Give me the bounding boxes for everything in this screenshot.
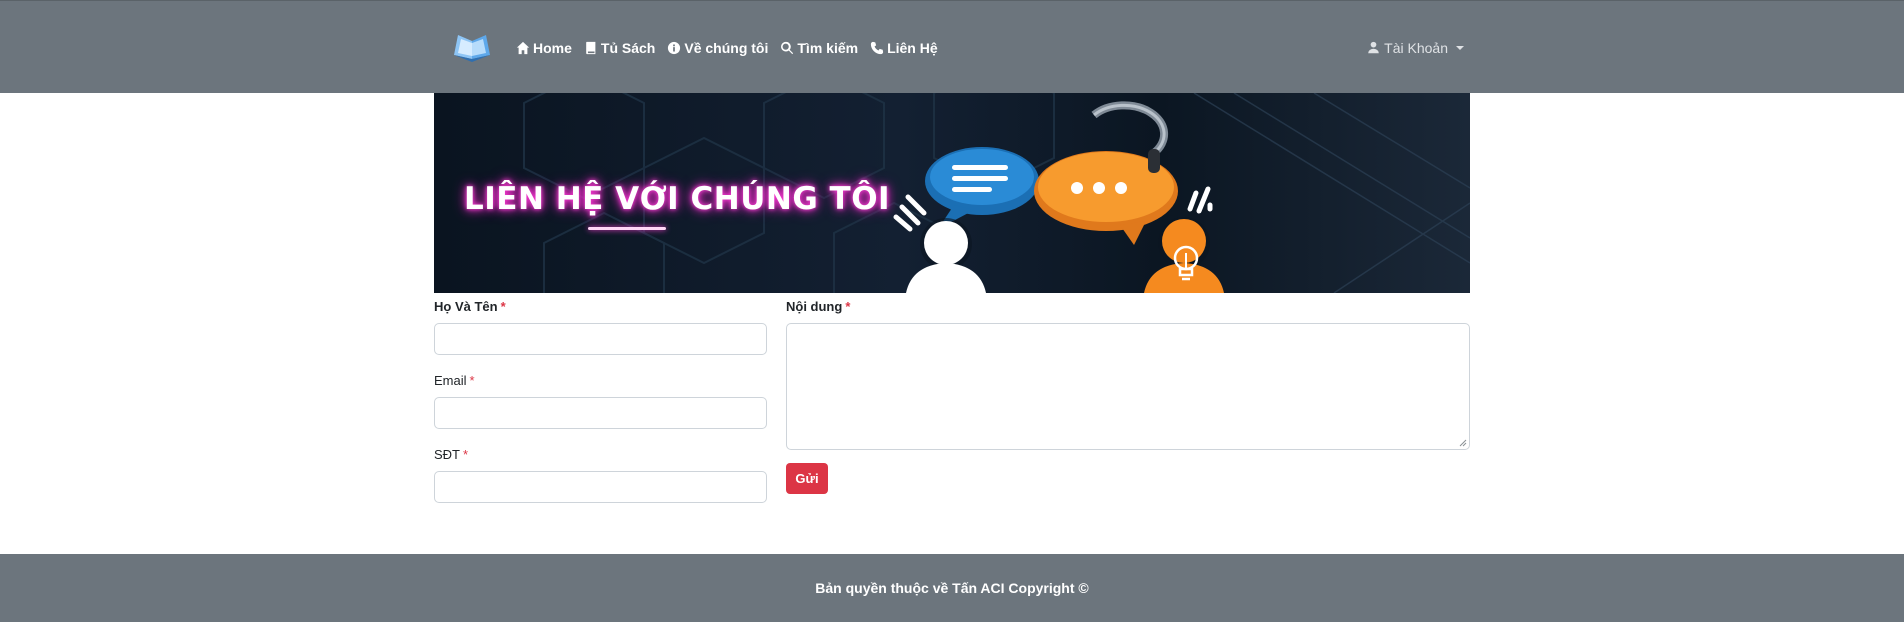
account-label: Tài Khoản — [1384, 39, 1448, 56]
content-label: Nội dung * — [786, 299, 851, 314]
nav-links: Home Tủ Sách Về chúng tôi Tìm kiếm Liên … — [516, 40, 938, 56]
navbar-container: Home Tủ Sách Về chúng tôi Tìm kiếm Liên … — [434, 1, 1470, 94]
nav-bookshelf-label: Tủ Sách — [600, 39, 656, 56]
contact-banner: LIÊN HỆ VỚI CHÚNG TÔI — [434, 93, 1470, 293]
required-mark: * — [500, 299, 506, 314]
submit-button[interactable]: Gửi — [786, 463, 828, 494]
nav-home[interactable]: Home — [516, 40, 572, 56]
home-icon — [516, 41, 530, 54]
book-icon — [586, 41, 596, 54]
info-circle-icon — [668, 41, 681, 54]
navbar: Home Tủ Sách Về chúng tôi Tìm kiếm Liên … — [0, 0, 1904, 93]
user-icon — [1368, 41, 1379, 54]
open-book-icon[interactable] — [452, 33, 492, 63]
search-icon — [781, 41, 794, 54]
footer-copyright: Bản quyền thuộc về Tấn ACI Copyright © — [815, 580, 1089, 596]
phone-field[interactable] — [434, 471, 767, 503]
phone-icon — [870, 41, 884, 54]
resize-handle-icon[interactable] — [1459, 439, 1467, 447]
required-mark: * — [463, 447, 469, 462]
account-dropdown[interactable]: Tài Khoản — [1367, 1, 1464, 94]
banner-title: LIÊN HỆ VỚI CHÚNG TÔI — [464, 181, 891, 217]
email-label: Email * — [434, 373, 475, 388]
name-field[interactable] — [434, 323, 767, 355]
nav-search[interactable]: Tìm kiếm — [780, 40, 858, 56]
nav-about-label: Về chúng tôi — [684, 39, 769, 56]
email-field[interactable] — [434, 397, 767, 429]
nav-contact-label: Liên Hệ — [887, 39, 938, 56]
footer: Bản quyền thuộc về Tấn ACI Copyright © — [0, 554, 1904, 622]
nav-bookshelf[interactable]: Tủ Sách — [584, 40, 655, 56]
nav-home-label: Home — [533, 39, 572, 56]
content-textarea[interactable] — [786, 323, 1470, 450]
banner-underline — [588, 227, 666, 230]
required-mark: * — [845, 299, 851, 314]
chevron-down-icon — [1456, 45, 1464, 50]
phone-label: SĐT * — [434, 447, 469, 462]
nav-search-label: Tìm kiếm — [797, 39, 859, 56]
required-mark: * — [469, 373, 475, 388]
name-label: Họ Và Tên * — [434, 299, 506, 314]
nav-about[interactable]: Về chúng tôi — [667, 40, 768, 56]
nav-contact[interactable]: Liên Hệ — [870, 40, 938, 56]
